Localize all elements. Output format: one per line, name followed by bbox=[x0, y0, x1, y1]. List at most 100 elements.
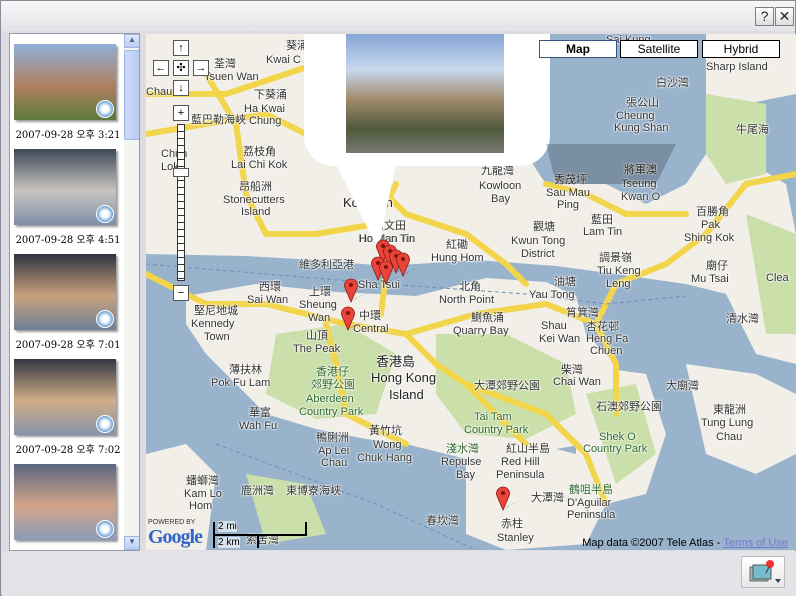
map-label: Bay bbox=[456, 469, 475, 481]
photo-thumbnail[interactable] bbox=[14, 44, 116, 120]
map-label: 西環 bbox=[259, 281, 281, 293]
map-label: 東龍洲 bbox=[713, 404, 746, 416]
map-label: Stonecutters bbox=[223, 194, 285, 206]
map-label: 鰂魚涌 bbox=[471, 312, 504, 324]
zoom-slider-handle[interactable] bbox=[173, 168, 189, 177]
photo-thumbnail[interactable] bbox=[14, 464, 116, 540]
map-label: Bay bbox=[491, 193, 510, 205]
google-logo: Google bbox=[148, 526, 203, 548]
map-label: Town bbox=[204, 331, 230, 343]
map-label: Heng Fa bbox=[586, 333, 629, 345]
photo-marker-pin-icon[interactable] bbox=[344, 278, 374, 304]
pan-right-button[interactable]: → bbox=[193, 60, 209, 76]
map-label: 山頂 bbox=[306, 330, 328, 342]
photo-marker-pin-icon[interactable] bbox=[496, 486, 526, 512]
map-view[interactable]: 葵涌 Kwai C 荃灣 Tsuen Wan Chau 下葵涌 Ha Kwai Chung 藍巴… bbox=[146, 34, 796, 550]
zoom-out-button[interactable]: − bbox=[173, 285, 189, 301]
app-window: ? ✕ 2007-09-28 오후 3:21 2007-09-28 오후 4:51… bbox=[0, 0, 796, 596]
photo-timestamp: 2007-09-28 오후 4:51 bbox=[15, 235, 121, 246]
bubble-photo[interactable] bbox=[346, 34, 504, 153]
map-label: Hong Kong bbox=[371, 370, 437, 385]
map-type-map[interactable]: Map bbox=[539, 40, 617, 58]
map-label: 赤柱 bbox=[501, 518, 523, 530]
pan-up-button[interactable]: ↑ bbox=[173, 40, 189, 56]
map-label: Sharp Island bbox=[706, 61, 768, 73]
map-label: Repulse bbox=[441, 456, 482, 468]
photo-list: 2007-09-28 오후 3:21 2007-09-28 오후 4:51 2007… bbox=[9, 33, 140, 551]
map-label: 百勝角 bbox=[696, 206, 729, 218]
map-label: Hung Hom bbox=[431, 252, 484, 264]
map-label: 堅尼地城 bbox=[194, 305, 238, 317]
terms-of-use-link[interactable]: Terms of Use bbox=[723, 537, 788, 549]
map-label: Tai Tam bbox=[474, 411, 512, 423]
map-label: 秀茂坪 bbox=[554, 174, 587, 186]
map-label: Cheung bbox=[616, 110, 655, 122]
photo-thumbnail[interactable] bbox=[14, 359, 116, 435]
scroll-up-button[interactable]: ▲ bbox=[124, 34, 139, 48]
map-label: Chung bbox=[249, 115, 282, 127]
map-label: 淺水灣 bbox=[446, 443, 479, 455]
map-label: 黃竹坑 bbox=[369, 425, 402, 437]
map-label: Tiu Keng bbox=[597, 265, 641, 277]
map-label: 張公山 bbox=[626, 97, 659, 109]
photo-info-window bbox=[304, 34, 550, 166]
map-label: 華富 bbox=[249, 407, 271, 419]
map-label: The Peak bbox=[293, 343, 341, 355]
map-label: 紅磡 bbox=[446, 239, 468, 251]
map-label: 維多利亞港 bbox=[299, 259, 354, 271]
map-label: Tsuen Wan bbox=[204, 71, 259, 83]
map-label: 昂船洲 bbox=[239, 181, 272, 193]
pan-left-button[interactable]: ← bbox=[153, 60, 169, 76]
close-button[interactable]: ✕ bbox=[775, 7, 794, 26]
map-label: 香港仔 bbox=[316, 366, 349, 378]
map-label: Quarry Bay bbox=[453, 325, 509, 337]
map-label: Wong bbox=[373, 439, 402, 451]
geotag-photo-button[interactable] bbox=[741, 556, 785, 588]
map-label: 將軍澳 bbox=[624, 164, 657, 176]
map-label: Kennedy bbox=[191, 318, 235, 330]
map-label: Clea bbox=[766, 272, 789, 284]
compass-icon bbox=[96, 100, 114, 118]
map-label: 九龍灣 bbox=[481, 165, 514, 177]
compass-icon bbox=[96, 415, 114, 433]
map-label: North Point bbox=[439, 294, 495, 306]
powered-by-text: POWERED BY bbox=[148, 519, 196, 526]
photo-thumbnail[interactable] bbox=[14, 254, 116, 330]
zoom-slider[interactable] bbox=[177, 124, 185, 281]
map-label: Island bbox=[241, 206, 271, 218]
map-label: 下葵涌 bbox=[254, 89, 287, 101]
map-type-hybrid[interactable]: Hybrid bbox=[702, 40, 780, 58]
map-type-satellite[interactable]: Satellite bbox=[620, 40, 698, 58]
photo-thumbnail[interactable] bbox=[14, 149, 116, 225]
photo-marker-pin-icon[interactable] bbox=[341, 306, 371, 332]
map-label: Kowloon bbox=[479, 180, 522, 192]
map-label: 柴灣 bbox=[561, 364, 583, 376]
map-label: 春坎灣 bbox=[426, 515, 459, 527]
map-label: 紅山半島 bbox=[506, 443, 550, 455]
map-label: Chau bbox=[321, 457, 348, 469]
map-label: 白沙灣 bbox=[656, 77, 689, 89]
scrollbar-thumb[interactable] bbox=[124, 50, 139, 140]
map-label: Shek O bbox=[599, 431, 636, 443]
map-label: 筲箕灣 bbox=[566, 307, 599, 319]
map-label: Chuk Hang bbox=[357, 452, 413, 464]
pan-down-button[interactable]: ↓ bbox=[173, 80, 189, 96]
map-label: District bbox=[521, 248, 555, 260]
map-label: Kowloon bbox=[343, 195, 393, 210]
photo-timestamp: 2007-09-28 오후 3:21 bbox=[15, 130, 121, 141]
scroll-down-button[interactable]: ▼ bbox=[124, 536, 139, 550]
map-label: 調景嶺 bbox=[599, 252, 632, 264]
map-label: 郊野公園 bbox=[311, 379, 355, 391]
compass-icon bbox=[96, 205, 114, 223]
map-label: Hom bbox=[189, 500, 213, 512]
map-label: Red Hill bbox=[501, 456, 540, 468]
map-label: Wah Fu bbox=[239, 420, 278, 432]
scrollbar[interactable]: ▲ ▼ bbox=[124, 34, 139, 550]
map-label: Kam Lo bbox=[184, 488, 222, 500]
zoom-in-button[interactable]: + bbox=[173, 105, 189, 121]
map-label: Sau Mau bbox=[546, 187, 591, 199]
help-button[interactable]: ? bbox=[755, 7, 774, 26]
photo-marker-pin-icon[interactable] bbox=[396, 252, 426, 278]
map-label: Island bbox=[389, 387, 424, 402]
pan-center-button[interactable]: ✣ bbox=[173, 60, 189, 76]
